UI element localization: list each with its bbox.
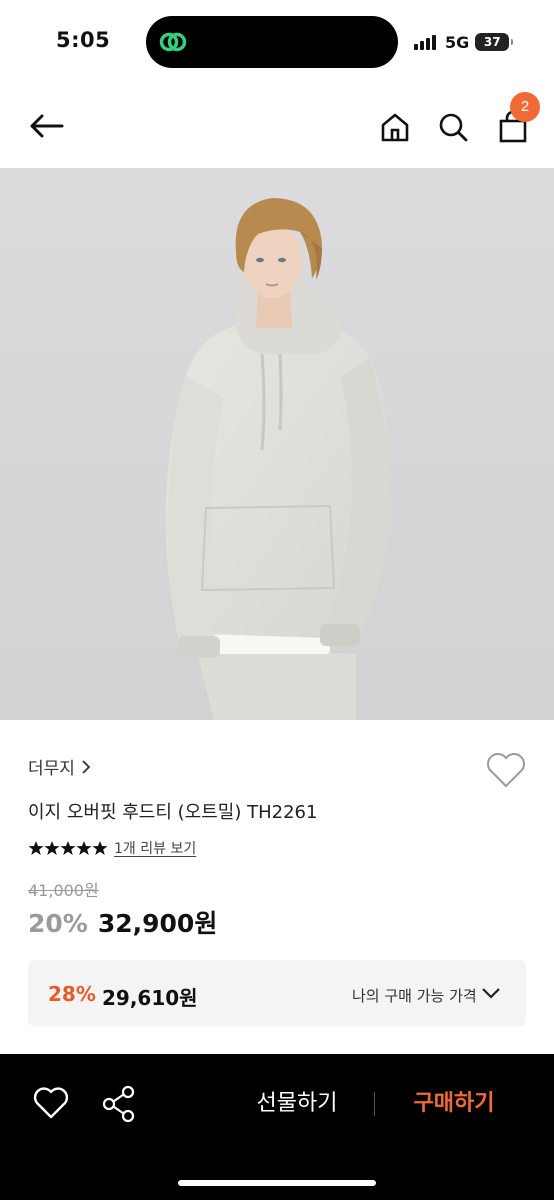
my-price: 29,610원 bbox=[102, 986, 198, 1010]
link-app-icon bbox=[159, 32, 187, 52]
star-rating bbox=[28, 840, 108, 856]
share-icon[interactable] bbox=[100, 1084, 138, 1124]
divider bbox=[374, 1092, 375, 1116]
product-name: 이지 오버핏 후드티 (오트밀) TH2261 bbox=[28, 802, 318, 823]
status-bar: 5:05 5G 37 bbox=[0, 0, 554, 84]
my-price-toggle[interactable]: 28% 29,610원 나의 구매 가능 가격 bbox=[28, 960, 526, 1026]
chevron-down-icon bbox=[482, 988, 500, 999]
review-link[interactable]: 1개 리뷰 보기 bbox=[114, 838, 196, 858]
star-icon bbox=[44, 841, 60, 855]
heart-icon[interactable] bbox=[484, 750, 528, 790]
rating-row: 1개 리뷰 보기 bbox=[28, 838, 196, 858]
back-arrow-icon bbox=[30, 114, 64, 138]
sale-price: 32,900원 bbox=[97, 909, 218, 938]
status-time: 5:05 bbox=[56, 28, 111, 52]
product-info: 더무지 이지 오버핏 후드티 (오트밀) TH2261 1개 리뷰 보기 41,… bbox=[0, 720, 554, 1054]
status-indicators: 5G 37 bbox=[414, 31, 514, 53]
chevron-right-icon bbox=[82, 759, 91, 774]
star-icon bbox=[76, 841, 92, 855]
brand-name: 더무지 bbox=[28, 759, 75, 779]
home-icon bbox=[381, 113, 409, 142]
gift-button[interactable]: 선물하기 bbox=[232, 1086, 362, 1122]
back-button[interactable] bbox=[24, 106, 68, 146]
search-button[interactable] bbox=[432, 106, 474, 148]
discount-rate: 20% bbox=[28, 909, 88, 938]
heart-outline-icon[interactable] bbox=[32, 1084, 70, 1122]
original-price: 41,000원 bbox=[28, 881, 99, 900]
buy-button[interactable]: 구매하기 bbox=[392, 1086, 516, 1122]
cart-count-badge: 2 bbox=[510, 92, 540, 122]
dynamic-island bbox=[146, 16, 398, 68]
app-header bbox=[0, 84, 554, 168]
my-price-label: 나의 구매 가능 가격 bbox=[352, 987, 477, 1005]
star-icon bbox=[92, 841, 108, 855]
star-icon bbox=[60, 841, 76, 855]
network-label: 5G bbox=[445, 32, 470, 52]
signal-icon bbox=[414, 34, 438, 50]
product-photo bbox=[0, 168, 554, 720]
battery-icon: 37 bbox=[475, 33, 514, 51]
home-button[interactable] bbox=[374, 106, 416, 148]
search-icon bbox=[439, 113, 468, 142]
my-discount-rate: 28% bbox=[48, 982, 96, 1006]
brand-link[interactable]: 더무지 bbox=[28, 754, 91, 779]
price-row: 20% 32,900원 bbox=[28, 904, 217, 940]
product-image[interactable] bbox=[0, 168, 554, 720]
bottom-action-bar: 선물하기 구매하기 bbox=[0, 1054, 554, 1200]
home-indicator bbox=[178, 1180, 376, 1186]
star-icon bbox=[28, 841, 44, 855]
